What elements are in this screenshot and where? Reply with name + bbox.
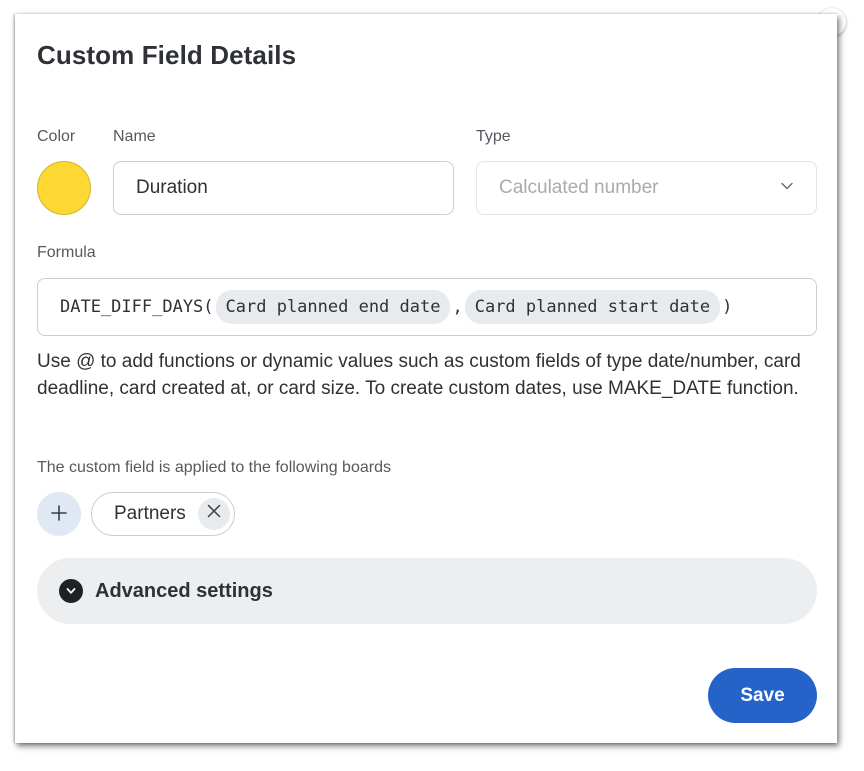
formula-separator: ,	[452, 297, 463, 317]
type-selected-value: Calculated number	[499, 177, 659, 198]
formula-token-planned-start-date[interactable]: Card planned start date	[464, 290, 721, 324]
formula-function-open: DATE_DIFF_DAYS(	[60, 297, 214, 317]
advanced-settings-toggle[interactable]: Advanced settings	[37, 558, 817, 624]
close-icon	[206, 503, 222, 525]
formula-function-close: )	[722, 297, 733, 317]
add-board-button[interactable]	[37, 492, 81, 536]
color-picker[interactable]	[37, 161, 91, 215]
type-select[interactable]: Calculated number	[476, 161, 817, 215]
remove-board-button[interactable]	[197, 498, 230, 530]
custom-field-dialog: Custom Field Details Color Name Type Cal…	[15, 14, 837, 743]
plus-icon	[50, 504, 68, 525]
formula-label: Formula	[37, 244, 96, 261]
name-field[interactable]	[113, 161, 454, 215]
formula-help-text: Use @ to add functions or dynamic values…	[37, 351, 801, 399]
formula-editor[interactable]: DATE_DIFF_DAYS( Card planned end date , …	[37, 278, 817, 336]
formula-token-planned-end-date[interactable]: Card planned end date	[215, 290, 451, 324]
advanced-settings-label: Advanced settings	[95, 579, 273, 602]
dialog-title: Custom Field Details	[37, 40, 297, 70]
type-label: Type	[476, 128, 511, 145]
chevron-down-icon	[780, 177, 794, 199]
color-label: Color	[37, 128, 76, 145]
boards-label: The custom field is applied to the follo…	[37, 459, 391, 476]
chevron-down-circle-icon	[59, 579, 83, 603]
save-button[interactable]: Save	[708, 668, 817, 723]
name-label: Name	[113, 128, 156, 145]
board-chip-label: Partners	[114, 503, 186, 524]
board-chip-partners: Partners	[91, 492, 235, 536]
